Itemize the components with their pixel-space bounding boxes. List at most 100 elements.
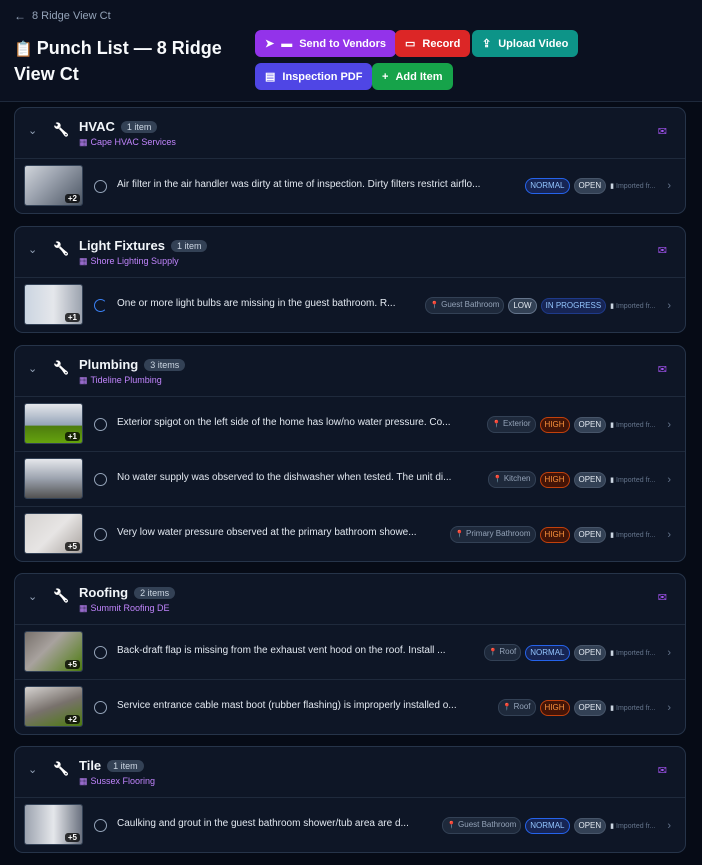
item-description: Back-draft flap is missing from the exha…	[117, 645, 446, 656]
pin-icon: 📍	[492, 421, 501, 428]
status-checkbox[interactable]	[94, 819, 107, 832]
location-tag: 📍 Guest Bathroom	[425, 297, 505, 314]
mail-icon[interactable]: ✉	[658, 764, 667, 777]
imported-label: ▮ Imported fr...	[610, 421, 655, 429]
imported-label: ▮ Imported fr...	[610, 822, 655, 830]
item-thumbnail[interactable]: +5	[24, 804, 83, 845]
building-icon: ▦	[79, 256, 88, 266]
priority-badge: HIGH	[539, 526, 570, 543]
chevron-down-icon[interactable]: ⌄	[28, 763, 37, 776]
punch-item-row[interactable]: +5 Back-draft flap is missing from the ex…	[15, 624, 685, 679]
item-description: Exterior spigot on the left side of the …	[117, 417, 451, 428]
location-text: Primary Bathroom	[466, 529, 531, 538]
imported-text: Imported fr...	[616, 421, 656, 429]
status-checkbox[interactable]	[94, 418, 107, 431]
photo-count-badge: +1	[64, 432, 80, 441]
category-name-text: Tile	[79, 758, 102, 773]
chevron-right-icon[interactable]: ›	[667, 702, 671, 714]
chevron-right-icon[interactable]: ›	[667, 820, 671, 832]
imported-label: ▮ Imported fr...	[610, 476, 655, 484]
punch-item-row[interactable]: +1 Exterior spigot on the left side of th…	[15, 396, 685, 451]
category-header[interactable]: ⌄ 🔧 Tile 1 item ▦ Sussex Flooring ✉	[15, 747, 685, 797]
inspection-pdf-button[interactable]: ▤ Inspection PDF	[255, 63, 373, 90]
photo-count-badge: +2	[64, 715, 80, 724]
photo-count-badge: +5	[64, 542, 80, 551]
item-thumbnail[interactable]: +2	[24, 686, 83, 727]
item-description: Service entrance cable mast boot (rubber…	[117, 700, 457, 711]
category-header[interactable]: ⌄ 🔧 Plumbing 3 items ▦ Tideline Plumbing ✉	[15, 346, 685, 396]
upload-video-button[interactable]: ⇪ Upload Video	[472, 30, 579, 57]
chevron-down-icon[interactable]: ⌄	[28, 243, 37, 256]
chevron-right-icon[interactable]: ›	[667, 180, 671, 192]
category-name: Light Fixtures 1 item	[79, 238, 208, 253]
location-tag: 📍 Exterior	[487, 416, 536, 433]
clipboard-icon: ▮	[610, 531, 615, 539]
mail-icon[interactable]: ✉	[658, 591, 667, 604]
item-count-badge: 1 item	[107, 760, 144, 772]
category-name-text: HVAC	[79, 119, 115, 134]
chevron-down-icon[interactable]: ⌄	[28, 124, 37, 137]
punch-item-row[interactable]: +1 One or more light bulbs are missing in…	[15, 277, 685, 332]
photo-count-badge: +5	[64, 660, 80, 669]
item-thumbnail[interactable]	[24, 458, 83, 499]
add-item-button[interactable]: + Add Item	[372, 63, 453, 90]
chevron-right-icon[interactable]: ›	[667, 647, 671, 659]
chevron-right-icon[interactable]: ›	[667, 529, 671, 541]
plus-icon: +	[382, 70, 389, 83]
status-checkbox[interactable]	[94, 528, 107, 541]
imported-label: ▮ Imported fr...	[610, 649, 655, 657]
item-thumbnail[interactable]: +1	[24, 284, 83, 325]
item-thumbnail[interactable]: +5	[24, 631, 83, 672]
document-icon: ▤	[265, 71, 276, 83]
imported-label: ▮ Imported fr...	[610, 704, 655, 712]
category-card: ⌄ 🔧 Plumbing 3 items ▦ Tideline Plumbing ✉ +1 Ex…	[14, 345, 686, 562]
wrench-icon: 🔧	[53, 241, 70, 256]
item-count-badge: 3 items	[144, 359, 186, 371]
punch-item-row[interactable]: +2 Service entrance cable mast boot (rubb…	[15, 679, 685, 734]
punch-item-row[interactable]: +5 Very low water pressure observed at th…	[15, 506, 685, 561]
vendor-label: ▦ Cape HVAC Services	[79, 137, 176, 148]
location-tag: 📍 Roof	[483, 644, 522, 661]
mail-icon[interactable]: ✉	[658, 363, 667, 376]
category-header[interactable]: ⌄ 🔧 HVAC 1 item ▦ Cape HVAC Services ✉	[15, 108, 685, 158]
status-badge: OPEN	[573, 644, 607, 661]
status-badge: OPEN	[573, 817, 607, 834]
item-thumbnail[interactable]: +1	[24, 403, 83, 444]
punch-item-row[interactable]: +2 Air filter in the air handler was dirt…	[15, 158, 685, 213]
item-thumbnail[interactable]: +5	[24, 513, 83, 554]
back-link-label: 8 Ridge View Ct	[32, 10, 111, 22]
in-progress-status-icon[interactable]	[94, 299, 107, 312]
back-link[interactable]: ← 8 Ridge View Ct	[14, 9, 111, 23]
category-card: ⌄ 🔧 HVAC 1 item ▦ Cape HVAC Services ✉ +2 Air fi…	[14, 107, 686, 214]
item-thumbnail[interactable]: +2	[24, 165, 83, 206]
record-button[interactable]: ▭ Record	[395, 30, 471, 57]
location-text: Guest Bathroom	[441, 300, 500, 309]
status-checkbox[interactable]	[94, 701, 107, 714]
chevron-right-icon[interactable]: ›	[667, 300, 671, 312]
chevron-down-icon[interactable]: ⌄	[28, 362, 37, 375]
vendor-label: ▦ Tideline Plumbing	[79, 375, 162, 386]
chevron-right-icon[interactable]: ›	[667, 419, 671, 431]
category-header[interactable]: ⌄ 🔧 Roofing 2 items ▦ Summit Roofing DE ✉	[15, 574, 685, 624]
pin-icon: 📍	[488, 649, 498, 656]
wrench-icon: 🔧	[53, 122, 70, 137]
upload-icon: ⇪	[482, 38, 492, 50]
category-header[interactable]: ⌄ 🔧 Light Fixtures 1 item ▦ Shore Lighting Su…	[15, 227, 685, 277]
punch-item-row[interactable]: No water supply was observed to the dish…	[15, 451, 685, 506]
chevron-down-icon[interactable]: ⌄	[28, 590, 37, 603]
upload-video-label: Upload Video	[498, 37, 569, 50]
status-checkbox[interactable]	[94, 646, 107, 659]
status-badge: IN PROGRESS	[540, 297, 607, 314]
chevron-right-icon[interactable]: ›	[667, 474, 671, 486]
status-checkbox[interactable]	[94, 473, 107, 486]
page-header: ← 8 Ridge View Ct 📋 Punch List — 8 Ridge …	[0, 0, 702, 102]
status-checkbox[interactable]	[94, 180, 107, 193]
building-icon: ▦	[79, 776, 88, 786]
vendor-label: ▦ Summit Roofing DE	[79, 603, 170, 614]
send-to-vendors-button[interactable]: ➤ ▬ Send to Vendors	[255, 30, 397, 57]
pin-icon: 📍	[447, 822, 457, 829]
mail-icon[interactable]: ✉	[658, 125, 667, 138]
punch-item-row[interactable]: +5 Caulking and grout in the guest bathro…	[15, 797, 685, 852]
item-tags: NORMAL OPEN ▮ Imported fr... ›	[525, 178, 671, 194]
mail-icon[interactable]: ✉	[658, 244, 667, 257]
